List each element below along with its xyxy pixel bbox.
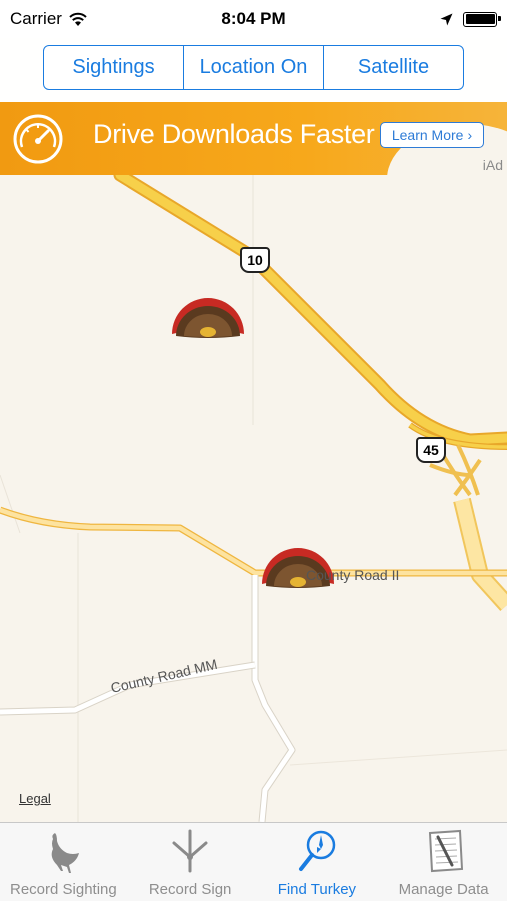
tab-record-sighting[interactable]: Record Sighting xyxy=(0,823,127,901)
wifi-icon xyxy=(69,12,87,26)
tab-bar: Record Sighting Record Sign Find Turkey … xyxy=(0,822,507,901)
segmented-bar: Sightings Location On Satellite xyxy=(0,38,507,102)
tab-label: Record Sign xyxy=(148,881,232,898)
carrier-label: Carrier xyxy=(10,9,62,28)
turkey-track-icon xyxy=(172,829,208,873)
tab-manage-data[interactable]: Manage Data xyxy=(380,823,507,901)
tab-label: Record Sighting xyxy=(10,881,117,898)
notepad-icon xyxy=(428,829,463,873)
tab-label: Manage Data xyxy=(398,881,489,898)
legal-link[interactable]: Legal xyxy=(19,791,51,806)
tab-record-sign[interactable]: Record Sign xyxy=(127,823,254,901)
satellite-segment[interactable]: Satellite xyxy=(324,46,463,89)
tab-label: Find Turkey xyxy=(277,881,357,898)
speedometer-icon xyxy=(13,114,63,164)
status-bar: Carrier 8:04 PM xyxy=(0,0,507,38)
iad-badge: iAd xyxy=(482,157,503,173)
sightings-segment[interactable]: Sightings xyxy=(44,46,184,89)
chevron-right-icon: › xyxy=(467,127,473,143)
map-mode-segmented-control: Sightings Location On Satellite xyxy=(43,45,464,90)
status-right xyxy=(440,11,501,27)
learn-more-button[interactable]: Learn More › xyxy=(380,122,484,148)
route-10-shield: 10 xyxy=(240,247,270,273)
status-left: Carrier xyxy=(10,9,88,29)
learn-more-label: Learn More xyxy=(391,127,464,143)
tab-find-turkey[interactable]: Find Turkey xyxy=(254,823,381,901)
county-road-ii-label: County Road II xyxy=(306,567,399,583)
turkey-marker[interactable] xyxy=(172,298,244,338)
ad-banner[interactable]: Drive Downloads Faster Learn More › iAd xyxy=(0,102,507,175)
location-arrow-icon xyxy=(440,13,453,25)
map-view[interactable]: County Road II County Road MM 10 45 Lega… xyxy=(0,175,507,822)
route-45-shield: 45 xyxy=(416,437,446,463)
turkey-icon xyxy=(52,833,80,873)
location-on-segment[interactable]: Location On xyxy=(184,46,324,89)
battery-icon xyxy=(463,11,501,27)
ad-headline: Drive Downloads Faster xyxy=(93,119,375,149)
compass-magnifier-icon xyxy=(298,830,336,871)
